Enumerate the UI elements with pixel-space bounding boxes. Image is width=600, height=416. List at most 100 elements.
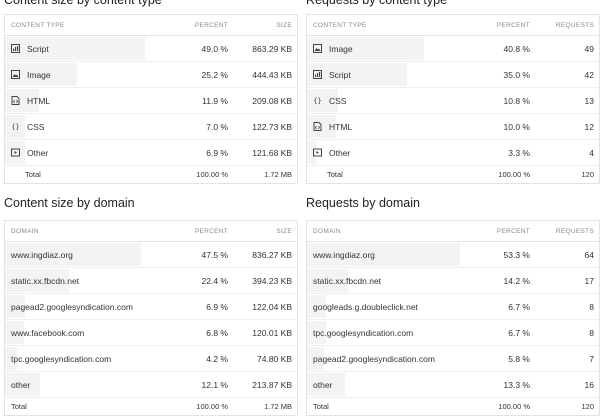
- row-label: www.ingdiaz.org: [313, 249, 375, 260]
- row-percent: 47.5 %: [201, 249, 228, 260]
- html-icon: [313, 122, 322, 131]
- row-value: 122.73 KB: [252, 121, 292, 132]
- row-value: 7: [589, 353, 594, 364]
- row-label: other: [11, 379, 31, 390]
- row-percent: 10.8 %: [503, 95, 530, 106]
- image-icon: [313, 44, 322, 53]
- table-row: static.xx.fbcdn.net 22.4 % 394.23 KB: [5, 268, 297, 294]
- total-label: Total: [327, 170, 343, 179]
- total-row: Total 100.00 % 1.72 MB: [5, 166, 297, 183]
- row-label: CSS: [27, 121, 45, 132]
- row-percent: 4.2 %: [206, 353, 228, 364]
- row-percent: 11.9 %: [202, 95, 228, 106]
- table-row: tpc.googlesyndication.com 4.2 % 74.80 KB: [5, 346, 297, 372]
- row-percent: 10.0 %: [503, 121, 530, 132]
- row-label: static.xx.fbcdn.net: [313, 275, 382, 286]
- script-icon: [313, 70, 322, 79]
- column-header-percent: PERCENT: [496, 227, 530, 235]
- row-percent: 22.4 %: [201, 275, 228, 286]
- column-header-value: SIZE: [276, 227, 292, 235]
- row-label: static.xx.fbcdn.net: [11, 275, 80, 286]
- row-percent: 40.8 %: [503, 43, 530, 54]
- row-percent: 3.3 %: [508, 147, 530, 158]
- row-label: Script: [329, 69, 351, 80]
- column-header-value: REQUESTS: [555, 227, 594, 235]
- table-row: Image 25.2 % 444.43 KB: [5, 62, 297, 88]
- table-row: www.facebook.com 6.8 % 120.01 KB: [5, 320, 297, 346]
- table-row: googleads.g.doubleclick.net 6.7 % 8: [307, 294, 599, 320]
- row-percent: 6.9 %: [206, 301, 228, 312]
- table-row: other 13.3 % 16: [307, 372, 599, 398]
- column-header-percent: PERCENT: [194, 227, 228, 235]
- html-icon: [11, 96, 20, 105]
- total-value: 1.72 MB: [264, 170, 292, 179]
- table-row: other 12.1 % 213.87 KB: [5, 372, 297, 398]
- row-label: Script: [27, 43, 49, 54]
- table-row: HTML 10.0 % 12: [307, 114, 599, 140]
- image-icon: [11, 70, 20, 79]
- row-label: tpc.googlesyndication.com: [11, 353, 112, 364]
- row-label: pagead2.googlesyndication.com: [11, 301, 133, 312]
- row-value: 16: [584, 379, 594, 390]
- row-value: 209.08 KB: [252, 95, 292, 106]
- table-row: www.ingdiaz.org 47.5 % 836.27 KB: [5, 242, 297, 268]
- row-percent: 6.8 %: [206, 327, 228, 338]
- table-row: {} CSS 7.0 % 122.73 KB: [5, 114, 297, 140]
- column-header-value: SIZE: [276, 21, 292, 29]
- column-header-percent: PERCENT: [496, 21, 530, 29]
- panel-title: Requests by domain: [306, 196, 420, 210]
- row-percent: 6.9 %: [206, 147, 228, 158]
- data-table: CONTENT TYPE PERCENT REQUESTS Image 40.8…: [306, 14, 600, 184]
- script-icon: [11, 44, 20, 53]
- row-label: CSS: [329, 95, 347, 106]
- row-value: 863.29 KB: [252, 43, 292, 54]
- row-percent: 6.7 %: [508, 301, 530, 312]
- row-percent: 13.3 %: [503, 379, 530, 390]
- row-percent: 12.1 %: [201, 379, 228, 390]
- column-header-domain: DOMAIN: [313, 227, 341, 235]
- row-label: Image: [27, 69, 51, 80]
- row-label: HTML: [27, 95, 51, 106]
- row-label: Image: [329, 43, 353, 54]
- row-label: other: [313, 379, 333, 390]
- row-percent: 5.8 %: [508, 353, 530, 364]
- panel-title: Content size by content type: [4, 0, 162, 7]
- table-row: Other 3.3 % 4: [307, 140, 599, 166]
- row-value: 17: [584, 275, 594, 286]
- row-label: HTML: [329, 121, 353, 132]
- row-label: Other: [329, 147, 351, 158]
- table-header: DOMAIN PERCENT REQUESTS: [307, 221, 599, 242]
- total-percent: 100.00 %: [196, 170, 228, 179]
- row-value: 74.80 KB: [257, 353, 292, 364]
- row-value: 12: [584, 121, 594, 132]
- row-percent: 6.7 %: [508, 327, 530, 338]
- row-label: www.ingdiaz.org: [11, 249, 73, 260]
- table-row: Script 35.0 % 42: [307, 62, 599, 88]
- data-table: CONTENT TYPE PERCENT SIZE Script 49.0 % …: [4, 14, 298, 184]
- column-header-value: REQUESTS: [555, 21, 594, 29]
- other-icon: [313, 148, 322, 157]
- table-row: www.ingdiaz.org 53.3 % 64: [307, 242, 599, 268]
- column-header-percent: PERCENT: [194, 21, 228, 29]
- table-row: static.xx.fbcdn.net 14.2 % 17: [307, 268, 599, 294]
- column-header-type: CONTENT TYPE: [11, 21, 65, 29]
- data-table: DOMAIN PERCENT SIZE www.ingdiaz.org 47.5…: [4, 220, 298, 416]
- row-percent: 25.2 %: [201, 69, 228, 80]
- row-value: 213.87 KB: [252, 379, 292, 390]
- column-header-type: CONTENT TYPE: [313, 21, 367, 29]
- row-value: 444.43 KB: [252, 69, 292, 80]
- panel-title: Content size by domain: [4, 196, 135, 210]
- row-value: 8: [589, 301, 594, 312]
- table-header: DOMAIN PERCENT SIZE: [5, 221, 297, 242]
- total-percent: 100.00 %: [498, 402, 530, 411]
- row-value: 49: [584, 43, 594, 54]
- total-row: Total 100.00 % 1.72 MB: [5, 398, 297, 415]
- row-value: 836.27 KB: [252, 249, 292, 260]
- row-value: 42: [584, 69, 594, 80]
- table-header: CONTENT TYPE PERCENT REQUESTS: [307, 15, 599, 36]
- row-percent: 7.0 %: [206, 121, 228, 132]
- total-percent: 100.00 %: [498, 170, 530, 179]
- table-row: tpc.googlesyndication.com 6.7 % 8: [307, 320, 599, 346]
- row-value: 64: [584, 249, 594, 260]
- row-value: 121.68 KB: [252, 147, 292, 158]
